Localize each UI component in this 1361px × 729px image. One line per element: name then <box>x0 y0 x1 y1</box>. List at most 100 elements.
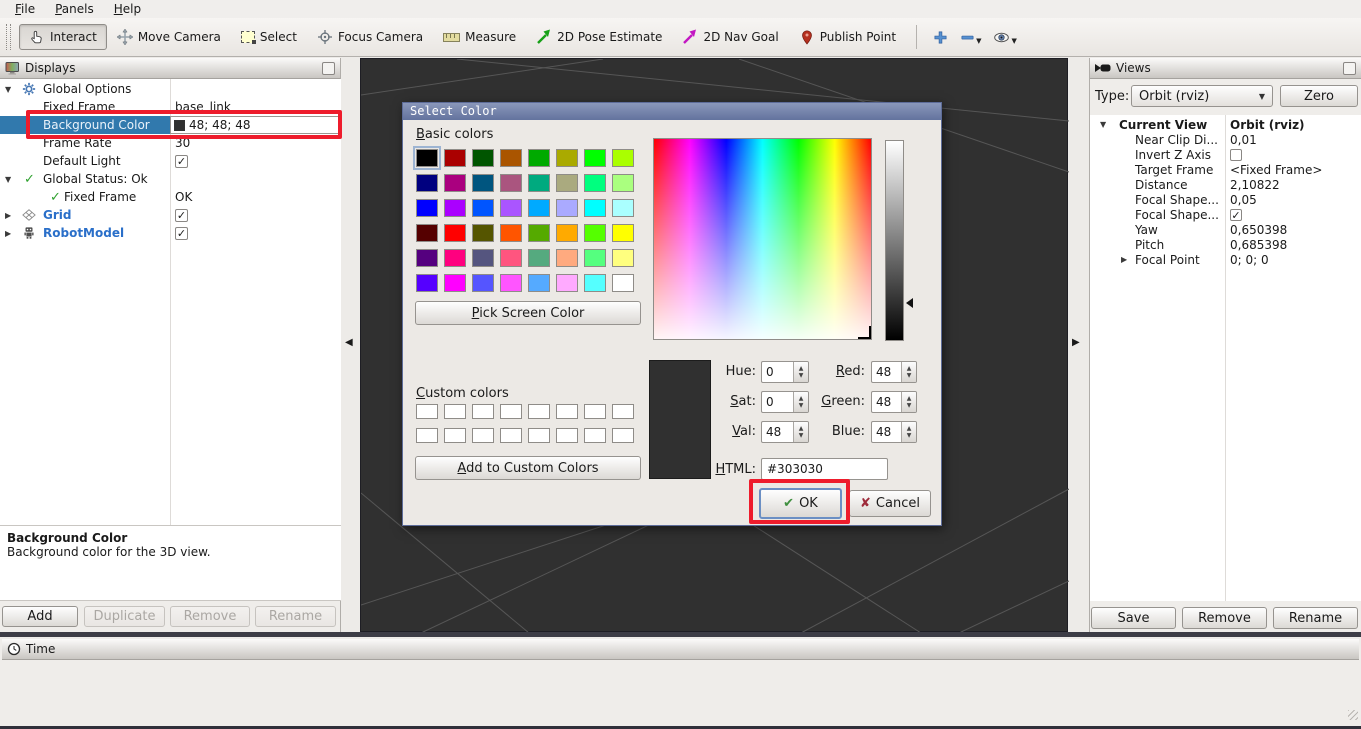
color-swatch[interactable] <box>584 199 606 217</box>
color-swatch[interactable] <box>472 404 494 419</box>
yaw-value[interactable]: 0,650398 <box>1230 223 1287 237</box>
invert-z-checkbox[interactable] <box>1230 149 1242 161</box>
zero-button[interactable]: Zero <box>1280 85 1358 107</box>
color-swatch[interactable] <box>472 428 494 443</box>
green-spinbox[interactable]: 48▲▼ <box>871 391 917 413</box>
color-swatch[interactable] <box>584 428 606 443</box>
color-swatch[interactable] <box>472 199 494 217</box>
expand-down-icon[interactable]: ▼ <box>5 175 11 184</box>
menu-panels[interactable]: Panels <box>46 1 103 17</box>
spin-buttons[interactable]: ▲▼ <box>901 392 916 412</box>
value-slider-handle[interactable] <box>906 298 913 308</box>
color-swatch[interactable] <box>612 274 634 292</box>
tree-row-near-clip[interactable]: Near Clip Di... 0,01 <box>1090 132 1361 147</box>
color-swatch[interactable] <box>612 404 634 419</box>
collapse-right-panel-icon[interactable]: ▶ <box>1072 337 1080 348</box>
color-swatch[interactable] <box>584 249 606 267</box>
color-swatch[interactable] <box>584 404 606 419</box>
color-swatch[interactable] <box>472 224 494 242</box>
color-swatch[interactable] <box>528 224 550 242</box>
remove-display-button[interactable]: Remove <box>170 606 250 627</box>
menu-help[interactable]: Help <box>105 1 150 17</box>
tree-row-invert-z[interactable]: Invert Z Axis <box>1090 147 1361 162</box>
focus-camera-tool-button[interactable]: Focus Camera <box>307 24 433 50</box>
color-swatch[interactable] <box>416 224 438 242</box>
remove-view-button[interactable]: Remove <box>1182 607 1267 629</box>
add-to-custom-colors-button[interactable]: Add to Custom Colors <box>415 456 641 480</box>
expand-down-icon[interactable]: ▼ <box>5 85 11 94</box>
color-swatch[interactable] <box>612 199 634 217</box>
tree-row-distance[interactable]: Distance 2,10822 <box>1090 177 1361 192</box>
color-swatch[interactable] <box>528 274 550 292</box>
html-input[interactable]: #303030 <box>761 458 888 480</box>
resize-grip[interactable] <box>1348 710 1358 720</box>
tree-row-pitch[interactable]: Pitch 0,685398 <box>1090 237 1361 252</box>
color-swatch[interactable] <box>556 199 578 217</box>
pose-estimate-tool-button[interactable]: 2D Pose Estimate <box>526 24 672 50</box>
color-swatch[interactable] <box>500 404 522 419</box>
color-swatch[interactable] <box>556 249 578 267</box>
hue-saturation-picker[interactable] <box>653 138 872 340</box>
color-swatch[interactable] <box>556 174 578 192</box>
color-swatch[interactable] <box>528 428 550 443</box>
interact-tool-button[interactable]: Interact <box>19 24 107 50</box>
color-swatch[interactable] <box>444 224 466 242</box>
tree-row-target-frame[interactable]: Target Frame <Fixed Frame> <box>1090 162 1361 177</box>
color-swatch[interactable] <box>500 149 522 167</box>
dialog-titlebar[interactable]: Select Color <box>403 103 941 120</box>
color-swatch[interactable] <box>528 149 550 167</box>
expand-right-icon[interactable]: ▶ <box>1121 255 1127 264</box>
expand-right-icon[interactable]: ▶ <box>5 211 11 220</box>
tree-row-focal-shape-fixed[interactable]: Focal Shape... ✓ <box>1090 207 1361 222</box>
tree-row-yaw[interactable]: Yaw 0,650398 <box>1090 222 1361 237</box>
menu-file[interactable]: File <box>6 1 44 17</box>
color-swatch[interactable] <box>472 274 494 292</box>
tree-row-default-light[interactable]: Default Light ✓ <box>0 152 341 170</box>
cancel-button[interactable]: ✘Cancel <box>849 490 931 517</box>
color-swatch[interactable] <box>556 274 578 292</box>
focal-point-value[interactable]: 0; 0; 0 <box>1230 253 1269 267</box>
view-options-button[interactable]: ▼ <box>987 28 1022 47</box>
tree-row-global-status[interactable]: ▼ ✓ Global Status: Ok <box>0 170 341 188</box>
add-display-button[interactable]: Add <box>2 606 78 627</box>
color-swatch[interactable] <box>500 224 522 242</box>
tree-row-current-view[interactable]: ▼ Current View Orbit (rviz) <box>1090 117 1361 132</box>
save-view-button[interactable]: Save <box>1091 607 1176 629</box>
color-swatch[interactable] <box>584 274 606 292</box>
color-swatch[interactable] <box>472 174 494 192</box>
tree-row-focal-shape-size[interactable]: Focal Shape... 0,05 <box>1090 192 1361 207</box>
tree-row-fixed-frame-status[interactable]: ✓ Fixed Frame OK <box>0 188 341 206</box>
color-swatch[interactable] <box>528 174 550 192</box>
color-swatch[interactable] <box>444 199 466 217</box>
focal-shape-size-value[interactable]: 0,05 <box>1230 193 1257 207</box>
expand-right-icon[interactable]: ▶ <box>5 229 11 238</box>
value-slider[interactable] <box>885 140 904 341</box>
color-swatch[interactable] <box>500 249 522 267</box>
measure-tool-button[interactable]: Measure <box>433 25 526 49</box>
toolbar-drag-handle[interactable] <box>6 24 11 50</box>
color-swatch[interactable] <box>472 249 494 267</box>
duplicate-display-button[interactable]: Duplicate <box>84 606 165 627</box>
tree-row-global-options[interactable]: ▼ Global Options <box>0 80 341 98</box>
default-light-checkbox[interactable]: ✓ <box>175 155 188 168</box>
color-swatch[interactable] <box>500 428 522 443</box>
color-swatch[interactable] <box>472 149 494 167</box>
blue-spinbox[interactable]: 48▲▼ <box>871 421 917 443</box>
color-swatch[interactable] <box>612 249 634 267</box>
red-spinbox[interactable]: 48▲▼ <box>871 361 917 383</box>
color-swatch[interactable] <box>556 428 578 443</box>
zoom-out-button[interactable]: ▼ <box>954 28 987 47</box>
color-swatch[interactable] <box>556 149 578 167</box>
color-swatch[interactable] <box>444 149 466 167</box>
color-swatch[interactable] <box>416 149 438 167</box>
color-swatch[interactable] <box>444 274 466 292</box>
color-swatch[interactable] <box>444 249 466 267</box>
zoom-in-button[interactable] <box>927 28 954 47</box>
color-swatch[interactable] <box>416 199 438 217</box>
panel-float-button[interactable] <box>322 62 335 75</box>
panel-float-button[interactable] <box>1343 62 1356 75</box>
grid-checkbox[interactable]: ✓ <box>175 209 188 222</box>
collapse-left-panel-icon[interactable]: ◀ <box>345 337 353 348</box>
tree-row-robot-model[interactable]: ▶ RobotModel ✓ <box>0 224 341 242</box>
color-swatch[interactable] <box>500 274 522 292</box>
